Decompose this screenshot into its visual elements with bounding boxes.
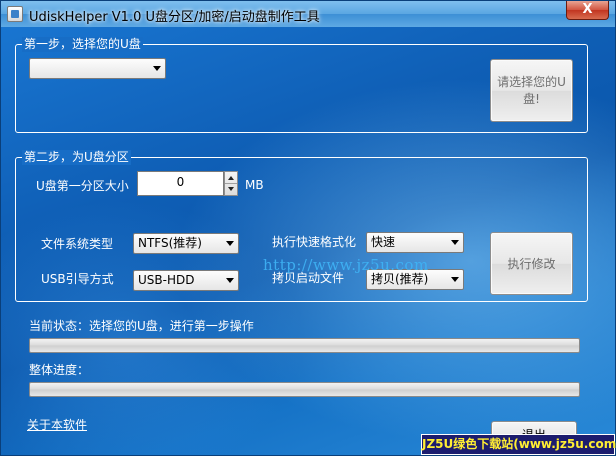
title-bar[interactable]: UdiskHelper V1.0 U盘分区/加密/启动盘制作工具 X — [1, 1, 615, 27]
execute-button[interactable]: 执行修改 — [490, 232, 573, 295]
chevron-down-icon — [226, 241, 234, 246]
partition-size-input[interactable]: 0 — [137, 171, 224, 196]
chevron-down-icon — [451, 240, 459, 245]
overall-progress-label: 整体进度： — [29, 363, 90, 377]
quick-format-select-value: 快速 — [371, 235, 396, 249]
quick-format-select[interactable]: 快速 — [366, 232, 464, 253]
partition-size-unit: MB — [245, 178, 264, 192]
drive-select[interactable] — [29, 58, 166, 79]
filesystem-select-value: NTFS(推荐) — [138, 236, 202, 250]
boot-mode-label: USB引导方式 — [41, 272, 114, 286]
boot-mode-select[interactable]: USB-HDD — [133, 270, 239, 291]
spin-up-icon[interactable] — [228, 176, 234, 180]
app-icon — [7, 6, 23, 22]
about-link[interactable]: 关于本软件 — [27, 416, 87, 433]
filesystem-select[interactable]: NTFS(推荐) — [133, 233, 239, 254]
spin-down-icon[interactable] — [228, 187, 234, 191]
chevron-down-icon — [226, 278, 234, 283]
chevron-down-icon — [451, 277, 459, 282]
close-button[interactable]: X — [566, 1, 609, 20]
step1-group: 第一步，选择您的U盘 请选择您的U盘! — [15, 37, 588, 133]
boot-mode-select-value: USB-HDD — [138, 273, 195, 287]
chevron-down-icon — [153, 66, 161, 71]
step2-legend: 第二步，为U盘分区 — [22, 150, 131, 165]
window-title: UdiskHelper V1.0 U盘分区/加密/启动盘制作工具 — [29, 10, 320, 25]
current-progress-bar — [29, 338, 580, 353]
partition-size-label: U盘第一分区大小 — [36, 179, 129, 193]
select-drive-button-label: 请选择您的U盘! — [497, 74, 566, 106]
overall-progress-bar — [29, 382, 580, 397]
filesystem-label: 文件系统类型 — [41, 237, 114, 251]
partition-size-stepper[interactable] — [224, 171, 238, 196]
quick-format-label: 执行快速格式化 — [272, 235, 357, 249]
select-drive-button[interactable]: 请选择您的U盘! — [490, 59, 573, 122]
watermark-badge: JZ5U绿色下载站(www.jz5u.com) — [421, 434, 616, 455]
step1-legend: 第一步，选择您的U盘 — [22, 37, 143, 52]
app-window: UdiskHelper V1.0 U盘分区/加密/启动盘制作工具 X 第一步，选… — [0, 0, 616, 456]
step2-group: 第二步，为U盘分区 U盘第一分区大小 0 MB 文件系统类型 NTFS(推荐) … — [15, 150, 588, 302]
watermark-url: http://www.jz5u.com — [263, 256, 429, 274]
current-status-text: 当前状态：选择您的U盘，进行第一步操作 — [29, 319, 254, 333]
copy-boot-select-value: 拷贝(推荐) — [371, 272, 429, 286]
